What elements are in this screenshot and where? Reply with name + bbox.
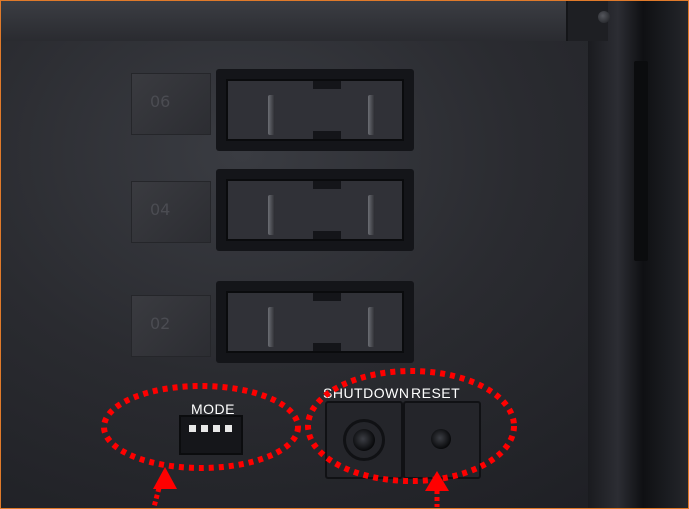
mode-highlight-ellipse [101, 383, 301, 471]
mode-arrow-icon [153, 467, 177, 489]
photo-frame: 06 04 02 MODE SHUTDOWN RESET [0, 0, 689, 509]
buttons-arrow-icon [425, 471, 449, 491]
buttons-highlight-ellipse [305, 368, 517, 484]
mode-arrow-tail [151, 487, 162, 508]
annotation-overlay [101, 368, 517, 508]
